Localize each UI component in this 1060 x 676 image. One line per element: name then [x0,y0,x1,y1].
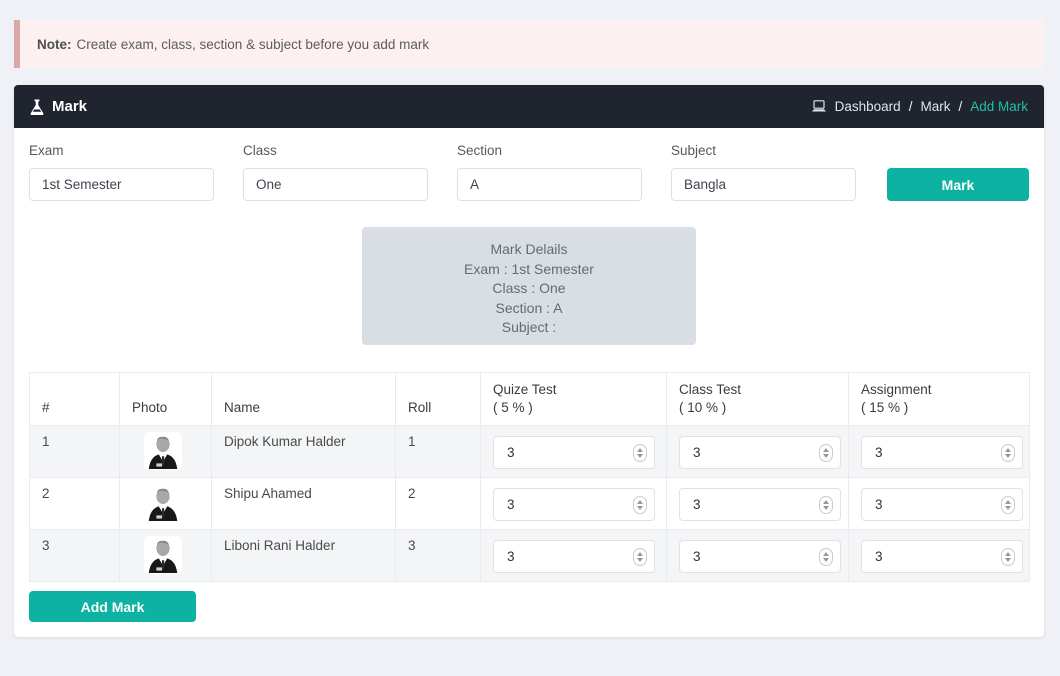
student-avatar [144,484,182,522]
number-stepper-icon[interactable] [1001,496,1015,514]
number-stepper-icon[interactable] [819,548,833,566]
mark-button[interactable]: Mark [887,168,1029,201]
note-label: Note: [37,37,72,52]
add-mark-button[interactable]: Add Mark [29,591,196,622]
quize-test-input[interactable] [493,488,655,521]
quize-test-input[interactable] [493,436,655,469]
col-header-roll: Roll [396,373,481,426]
mark-panel: Mark Dashboard / Mark / Add Mark Exam Cl… [14,85,1044,637]
col-header-number: # [30,373,120,426]
row-name: Liboni Rani Halder [212,530,396,582]
details-class: Class : One [362,279,696,299]
row-class-test-cell [667,426,849,478]
col-header-quize-test: Quize Test ( 5 % ) [481,373,667,426]
number-stepper-icon[interactable] [633,444,647,462]
note-banner: Note: Create exam, class, section & subj… [14,20,1044,68]
details-subject: Subject : [362,318,696,338]
row-class-test-cell [667,478,849,530]
table-row: 3 Liboni Rani Halder 3 [30,530,1030,582]
number-stepper-icon[interactable] [633,548,647,566]
details-section: Section : A [362,299,696,319]
details-exam: Exam : 1st Semester [362,260,696,280]
class-input[interactable] [243,168,428,201]
assignment-input[interactable] [861,488,1023,521]
table-row: 2 Shipu Ahamed 2 [30,478,1030,530]
row-quize-cell [481,426,667,478]
row-photo-cell [120,426,212,478]
row-name: Dipok Kumar Halder [212,426,396,478]
marks-table: # Photo Name Roll Quize Test ( 5 % ) Cla… [29,372,1030,582]
row-quize-cell [481,530,667,582]
col-header-assignment: Assignment ( 15 % ) [849,373,1030,426]
row-roll: 3 [396,530,481,582]
col-header-photo: Photo [120,373,212,426]
subject-label: Subject [671,143,856,158]
row-roll: 2 [396,478,481,530]
breadcrumb-separator: / [958,99,962,114]
assignment-input[interactable] [861,436,1023,469]
row-number: 3 [30,530,120,582]
exam-label: Exam [29,143,214,158]
breadcrumb-separator: / [909,99,913,114]
row-photo-cell [120,530,212,582]
assignment-input[interactable] [861,540,1023,573]
row-quize-cell [481,478,667,530]
quize-test-input[interactable] [493,540,655,573]
row-name: Shipu Ahamed [212,478,396,530]
col-header-name: Name [212,373,396,426]
section-label: Section [457,143,642,158]
exam-input[interactable] [29,168,214,201]
exam-field-group: Exam [29,143,214,201]
row-class-test-cell [667,530,849,582]
class-field-group: Class [243,143,428,201]
table-header-row: # Photo Name Roll Quize Test ( 5 % ) Cla… [30,373,1030,426]
panel-title-text: Mark [52,98,87,115]
col-header-class-test: Class Test ( 10 % ) [667,373,849,426]
mark-details-box: Mark Delails Exam : 1st Semester Class :… [362,227,696,345]
number-stepper-icon[interactable] [633,496,647,514]
row-number: 1 [30,426,120,478]
row-assignment-cell [849,478,1030,530]
subject-field-group: Subject [671,143,856,201]
number-stepper-icon[interactable] [1001,548,1015,566]
row-assignment-cell [849,426,1030,478]
number-stepper-icon[interactable] [819,444,833,462]
note-text: Create exam, class, section & subject be… [77,37,430,52]
row-roll: 1 [396,426,481,478]
mark-filter-form: Exam Class Section Subject Mark [29,143,1029,201]
panel-header: Mark Dashboard / Mark / Add Mark [14,85,1044,128]
panel-body: Exam Class Section Subject Mark Mark Del… [14,128,1044,637]
row-number: 2 [30,478,120,530]
row-assignment-cell [849,530,1030,582]
section-field-group: Section [457,143,642,201]
row-photo-cell [120,478,212,530]
flask-icon [30,99,44,115]
breadcrumb-add-mark[interactable]: Add Mark [970,99,1028,114]
table-row: 1 Dipok Kumar Halder 1 [30,426,1030,478]
number-stepper-icon[interactable] [819,496,833,514]
student-avatar [144,536,182,574]
class-test-input[interactable] [679,436,841,469]
class-label: Class [243,143,428,158]
subject-input[interactable] [671,168,856,201]
class-test-input[interactable] [679,540,841,573]
breadcrumb-mark[interactable]: Mark [920,99,950,114]
section-input[interactable] [457,168,642,201]
class-test-input[interactable] [679,488,841,521]
student-avatar [144,432,182,470]
dashboard-icon [811,100,827,113]
details-title: Mark Delails [362,240,696,260]
number-stepper-icon[interactable] [1001,444,1015,462]
panel-title: Mark [30,98,87,115]
breadcrumb-dashboard[interactable]: Dashboard [835,99,901,114]
breadcrumb: Dashboard / Mark / Add Mark [811,99,1028,114]
